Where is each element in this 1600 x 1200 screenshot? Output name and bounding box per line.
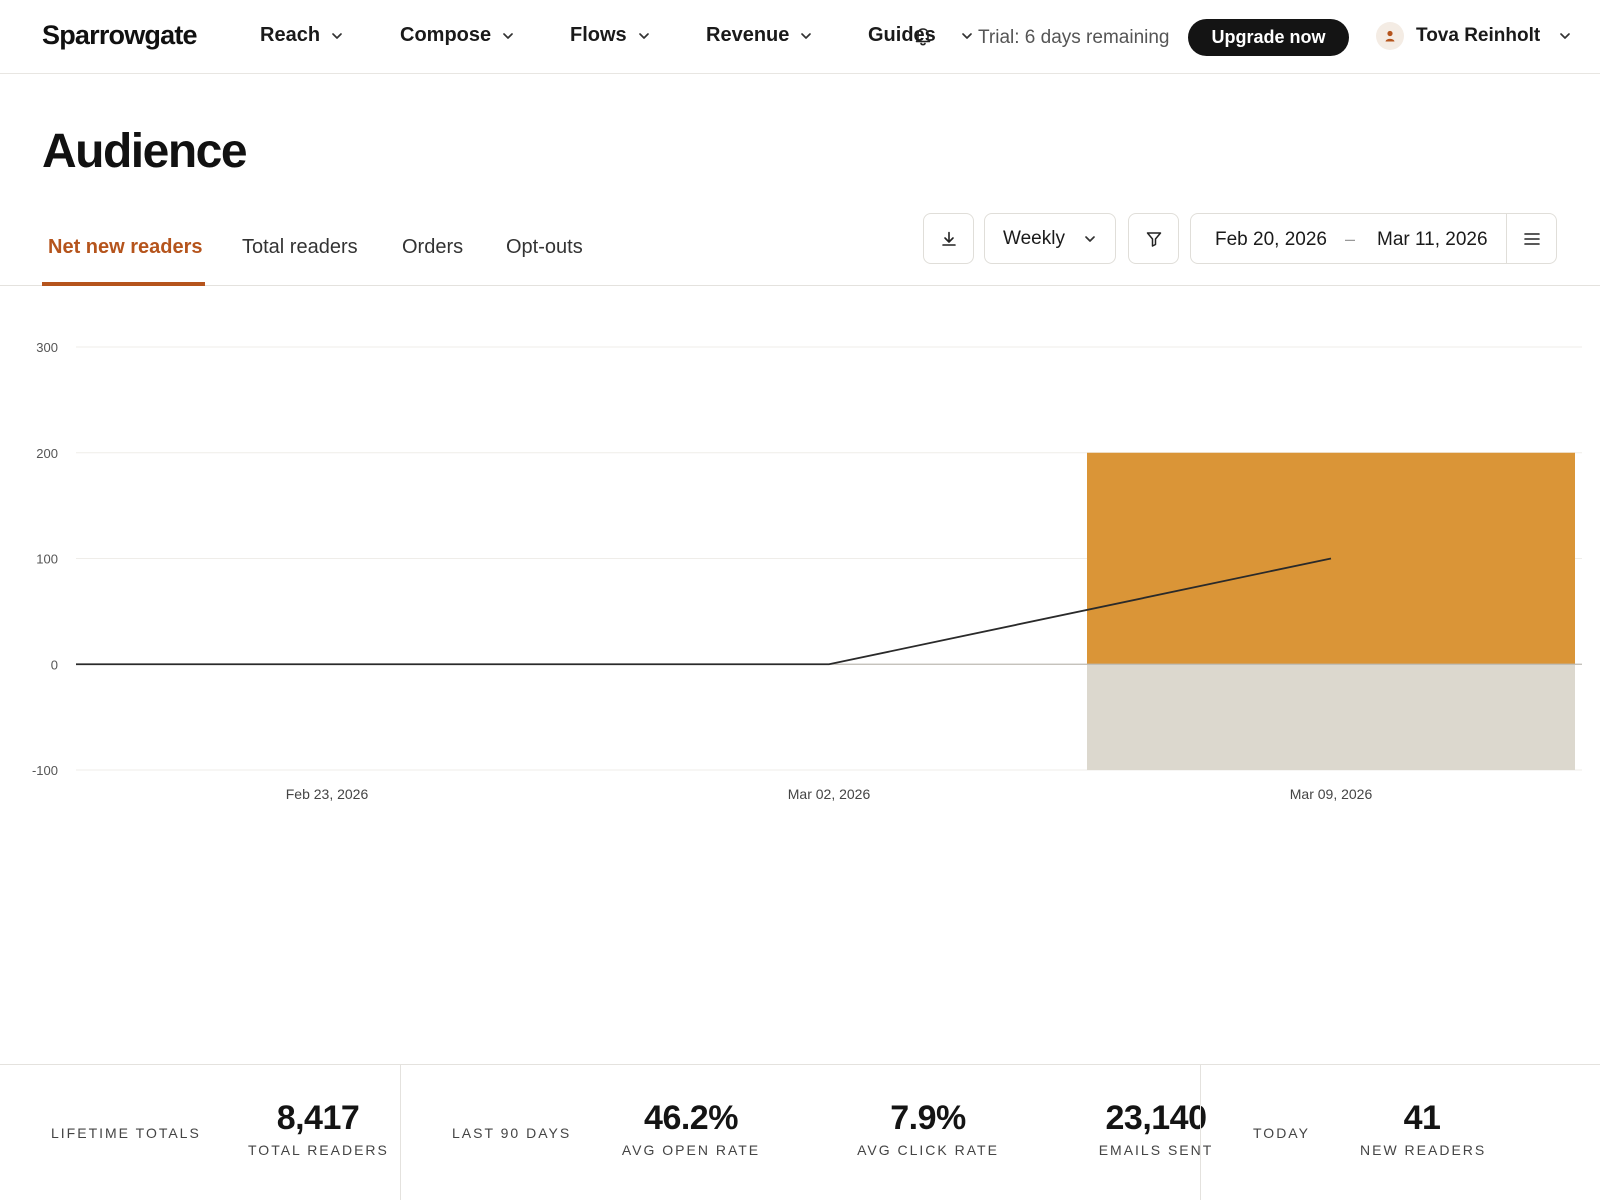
y-tick-label: 0 bbox=[51, 657, 58, 672]
user-icon bbox=[1385, 30, 1395, 42]
tab-net-new-readers[interactable]: Net new readers bbox=[48, 236, 203, 259]
trial-status: Trial: 6 days remaining bbox=[978, 27, 1170, 48]
metric-value: 8,417 bbox=[276, 1099, 360, 1137]
tab-total-readers[interactable]: Total readers bbox=[242, 236, 358, 259]
hamburger-menu-icon bbox=[1524, 232, 1540, 245]
upgrade-button[interactable]: Upgrade now bbox=[1188, 19, 1349, 56]
metric-new-readers: 41 NEW READERS bbox=[1360, 1099, 1484, 1158]
y-tick-label: 200 bbox=[36, 446, 58, 461]
metric-label: AVG CLICK RATE bbox=[857, 1142, 999, 1158]
divider bbox=[1200, 1065, 1201, 1200]
download-icon bbox=[941, 231, 956, 246]
nav-label: Compose bbox=[400, 24, 492, 46]
date-start[interactable]: Feb 20, 2026 bbox=[1215, 229, 1327, 251]
interval-value: Weekly bbox=[1003, 227, 1065, 249]
tab-opt-outs[interactable]: Opt-outs bbox=[506, 236, 583, 259]
metric-value: 41 bbox=[1403, 1099, 1441, 1137]
download-button[interactable] bbox=[923, 213, 974, 264]
app-logo[interactable]: Sparrowgate bbox=[42, 20, 198, 51]
divider bbox=[400, 1065, 401, 1200]
nav-revenue[interactable]: Revenue bbox=[706, 24, 813, 47]
nav-reach[interactable]: Reach bbox=[260, 24, 344, 47]
avatar bbox=[1376, 22, 1404, 50]
metric-avg-open-rate: 46.2% AVG OPEN RATE bbox=[620, 1099, 762, 1158]
section-label-last-90-days: LAST 90 DAYS bbox=[452, 1125, 572, 1141]
section-label-lifetime: LIFETIME TOTALS bbox=[51, 1125, 201, 1141]
x-tick-label: Feb 23, 2026 bbox=[286, 786, 369, 802]
date-separator: – bbox=[1345, 229, 1356, 249]
user-menu[interactable]: Tova Reinholt bbox=[1376, 22, 1572, 50]
section-label-today: TODAY bbox=[1253, 1125, 1310, 1141]
metric-value: 7.9% bbox=[890, 1099, 966, 1137]
date-range-picker: Feb 20, 2026 – Mar 11, 2026 bbox=[1190, 213, 1557, 264]
chevron-down-icon bbox=[961, 32, 972, 39]
chevron-down-icon bbox=[1085, 235, 1095, 242]
user-name: Tova Reinholt bbox=[1416, 25, 1541, 46]
chevron-down-icon bbox=[332, 32, 342, 39]
metric-avg-click-rate: 7.9% AVG CLICK RATE bbox=[855, 1099, 1001, 1158]
top-navigation: Sparrowgate Reach Compose Flows Revenue … bbox=[0, 0, 1600, 74]
chevron-down-icon bbox=[638, 32, 649, 39]
chevron-down-icon bbox=[801, 32, 812, 39]
nav-label: Revenue bbox=[706, 24, 790, 46]
date-end[interactable]: Mar 11, 2026 bbox=[1377, 229, 1488, 251]
nav-compose[interactable]: Compose bbox=[400, 24, 515, 47]
y-tick-label: 300 bbox=[36, 340, 58, 355]
chevron-down-icon bbox=[503, 32, 513, 39]
tab-orders[interactable]: Orders bbox=[402, 236, 463, 259]
filter-button[interactable] bbox=[1128, 213, 1179, 264]
net-new-readers-chart: 300 200 100 0 -100 Feb 23, 2026 Mar 02, 2026 Ma… bbox=[32, 340, 1582, 802]
bell-icon[interactable] bbox=[913, 26, 933, 48]
stats-footer: LIFETIME TOTALS 8,417 TOTAL READERS LAST… bbox=[0, 1064, 1600, 1200]
metric-label: TOTAL READERS bbox=[248, 1142, 389, 1158]
nav-label: Flows bbox=[570, 24, 627, 46]
y-tick-label: 100 bbox=[36, 552, 58, 567]
chart-menu-button[interactable] bbox=[1507, 214, 1557, 263]
nav-flows[interactable]: Flows bbox=[570, 24, 651, 47]
metric-label: NEW READERS bbox=[1360, 1142, 1487, 1158]
x-tick-label: Mar 09, 2026 bbox=[1290, 786, 1373, 802]
metric-total-readers: 8,417 TOTAL READERS bbox=[248, 1099, 388, 1158]
chart-bar bbox=[1087, 664, 1575, 770]
page-title: Audience bbox=[42, 125, 248, 178]
y-tick-label: -100 bbox=[32, 763, 58, 778]
metric-value: 46.2% bbox=[644, 1099, 738, 1137]
metric-label: AVG OPEN RATE bbox=[621, 1142, 761, 1158]
active-tab-indicator bbox=[42, 282, 205, 286]
filter-icon bbox=[1146, 231, 1161, 247]
interval-select[interactable]: Weekly bbox=[984, 213, 1116, 264]
nav-label: Reach bbox=[260, 24, 321, 46]
chevron-down-icon bbox=[1560, 33, 1571, 39]
x-tick-label: Mar 02, 2026 bbox=[788, 786, 871, 802]
